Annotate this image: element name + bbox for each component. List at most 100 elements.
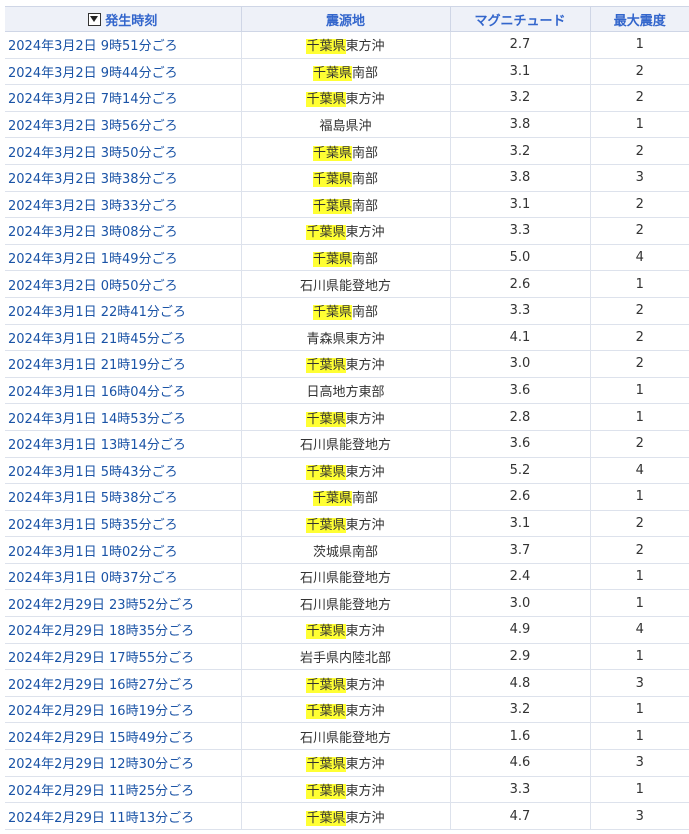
time-link[interactable]: 2024年3月1日 13時14分ごろ <box>8 438 186 453</box>
cell-epicenter: 石川県能登地方 <box>241 589 451 618</box>
cell-time: 2024年2月29日 23時52分ごろ <box>5 589 242 618</box>
time-link[interactable]: 2024年2月29日 15時49分ごろ <box>8 731 194 746</box>
sort-descending-icon[interactable] <box>88 12 102 26</box>
time-link[interactable]: 2024年3月2日 3時50分ごろ <box>8 146 178 161</box>
header-epicenter-label: 震源地 <box>325 13 365 29</box>
cell-magnitude: 4.9 <box>450 616 591 644</box>
epicenter-text: 石川県能登地方 <box>299 597 391 613</box>
highlight-keyword: 千葉県 <box>312 65 352 81</box>
table-row: 2024年3月1日 5時38分ごろ 千葉県南部 2.6 1 <box>5 483 689 511</box>
time-link[interactable]: 2024年3月1日 22時41分ごろ <box>8 305 186 320</box>
time-link[interactable]: 2024年3月1日 16時04分ごろ <box>8 385 186 400</box>
time-link[interactable]: 2024年3月2日 3時56分ごろ <box>8 119 178 134</box>
epicenter-text: 石川県能登地方 <box>299 278 391 294</box>
cell-time: 2024年2月29日 17時55分ごろ <box>5 642 242 671</box>
cell-magnitude: 3.2 <box>450 84 591 112</box>
cell-epicenter: 千葉県東方沖 <box>241 616 451 644</box>
header-intensity-label: 最大震度 <box>613 13 666 29</box>
time-link[interactable]: 2024年3月2日 3時38分ごろ <box>8 172 178 187</box>
cell-time: 2024年3月2日 3時56分ごろ <box>5 110 242 139</box>
time-link[interactable]: 2024年3月2日 3時08分ごろ <box>8 225 178 240</box>
header-intensity[interactable]: 最大震度 <box>589 6 689 32</box>
cell-intensity: 1 <box>590 562 689 591</box>
cell-intensity: 2 <box>590 296 689 325</box>
epicenter-rest: 東方沖 <box>345 677 385 693</box>
highlight-keyword: 千葉県 <box>306 624 346 640</box>
highlight-keyword: 千葉県 <box>306 517 346 533</box>
cell-intensity: 1 <box>590 695 689 724</box>
cell-epicenter: 青森県東方沖 <box>241 323 451 352</box>
cell-intensity: 4 <box>590 616 689 644</box>
table-row: 2024年3月1日 21時45分ごろ 青森県東方沖 4.1 2 <box>5 323 689 352</box>
time-link[interactable]: 2024年3月2日 0時50分ごろ <box>8 279 178 294</box>
cell-epicenter: 日高地方東部 <box>241 376 451 405</box>
cell-intensity: 1 <box>590 722 689 751</box>
time-link[interactable]: 2024年3月1日 0時37分ごろ <box>8 571 178 586</box>
cell-intensity: 2 <box>590 509 689 538</box>
time-link[interactable]: 2024年3月1日 1時02分ごろ <box>8 545 178 560</box>
cell-time: 2024年2月29日 16時27分ごろ <box>5 669 242 697</box>
cell-intensity: 3 <box>590 802 689 830</box>
cell-magnitude: 2.4 <box>450 562 591 591</box>
cell-time: 2024年3月1日 5時38分ごろ <box>5 483 242 511</box>
header-time[interactable]: 発生時刻 <box>5 6 242 32</box>
time-link[interactable]: 2024年2月29日 16時27分ごろ <box>8 678 194 693</box>
cell-epicenter: 千葉県東方沖 <box>241 217 451 245</box>
time-link[interactable]: 2024年3月1日 5時35分ごろ <box>8 518 178 533</box>
table-row: 2024年2月29日 17時55分ごろ 岩手県内陸北部 2.9 1 <box>5 642 689 671</box>
highlight-keyword: 千葉県 <box>306 677 346 693</box>
table-row: 2024年2月29日 12時30分ごろ 千葉県東方沖 4.6 3 <box>5 749 689 777</box>
header-epicenter[interactable]: 震源地 <box>240 6 451 32</box>
time-link[interactable]: 2024年3月2日 3時33分ごろ <box>8 199 178 214</box>
table-row: 2024年3月1日 1時02分ごろ 茨城県南部 3.7 2 <box>5 536 689 564</box>
cell-magnitude: 3.8 <box>450 163 591 192</box>
highlight-keyword: 千葉県 <box>306 39 346 55</box>
time-link[interactable]: 2024年3月2日 1時49分ごろ <box>8 252 178 267</box>
cell-magnitude: 3.1 <box>450 190 591 219</box>
time-link[interactable]: 2024年2月29日 18時35分ごろ <box>8 624 194 639</box>
time-link[interactable]: 2024年2月29日 11時13分ごろ <box>8 811 194 826</box>
epicenter-rest: 南部 <box>352 491 379 507</box>
time-link[interactable]: 2024年3月1日 21時19分ごろ <box>8 358 186 373</box>
time-link[interactable]: 2024年2月29日 16時19分ごろ <box>8 704 194 719</box>
time-link[interactable]: 2024年3月1日 5時43分ごろ <box>8 465 178 480</box>
cell-magnitude: 3.8 <box>450 110 591 139</box>
table-row: 2024年3月2日 0時50分ごろ 石川県能登地方 2.6 1 <box>5 270 689 298</box>
cell-intensity: 2 <box>590 350 689 378</box>
header-magnitude-label: マグニチュード <box>474 13 566 29</box>
time-link[interactable]: 2024年3月1日 5時38分ごろ <box>8 491 178 506</box>
time-link[interactable]: 2024年2月29日 11時25分ごろ <box>8 784 194 799</box>
epicenter-text: 福島県沖 <box>319 119 372 135</box>
time-link[interactable]: 2024年2月29日 17時55分ごろ <box>8 651 194 666</box>
time-link[interactable]: 2024年3月2日 9時51分ごろ <box>8 39 178 54</box>
cell-intensity: 2 <box>590 57 689 86</box>
cell-time: 2024年2月29日 15時49分ごろ <box>5 722 242 751</box>
table-row: 2024年3月1日 16時04分ごろ 日高地方東部 3.6 1 <box>5 376 689 405</box>
cell-magnitude: 2.8 <box>450 403 591 431</box>
cell-epicenter: 石川県能登地方 <box>241 562 451 591</box>
table-row: 2024年3月1日 5時35分ごろ 千葉県東方沖 3.1 2 <box>5 509 689 538</box>
highlight-keyword: 千葉県 <box>306 411 346 427</box>
cell-time: 2024年3月2日 3時08分ごろ <box>5 217 242 245</box>
cell-magnitude: 3.2 <box>450 695 591 724</box>
cell-intensity: 2 <box>590 217 689 245</box>
table-row: 2024年3月2日 3時33分ごろ 千葉県南部 3.1 2 <box>5 190 689 219</box>
cell-magnitude: 3.1 <box>450 57 591 86</box>
time-link[interactable]: 2024年3月2日 9時44分ごろ <box>8 66 178 81</box>
epicenter-rest: 東方沖 <box>345 624 385 640</box>
table-body: 2024年3月2日 9時51分ごろ 千葉県東方沖 2.7 1 2024年3月2日 9時4… <box>5 31 689 830</box>
cell-intensity: 1 <box>590 403 689 431</box>
cell-time: 2024年3月2日 9時51分ごろ <box>5 31 242 59</box>
epicenter-rest: 東方沖 <box>345 810 385 826</box>
header-magnitude[interactable]: マグニチュード <box>449 6 591 32</box>
highlight-keyword: 千葉県 <box>312 145 352 161</box>
cell-magnitude: 3.2 <box>450 137 591 165</box>
time-link[interactable]: 2024年3月2日 7時14分ごろ <box>8 92 178 107</box>
epicenter-rest: 東方沖 <box>345 411 385 427</box>
highlight-keyword: 千葉県 <box>306 358 346 374</box>
time-link[interactable]: 2024年3月1日 21時45分ごろ <box>8 332 186 347</box>
time-link[interactable]: 2024年2月29日 12時30分ごろ <box>8 757 194 772</box>
time-link[interactable]: 2024年3月1日 14時53分ごろ <box>8 412 186 427</box>
cell-time: 2024年3月2日 9時44分ごろ <box>5 57 242 86</box>
time-link[interactable]: 2024年2月29日 23時52分ごろ <box>8 598 194 613</box>
